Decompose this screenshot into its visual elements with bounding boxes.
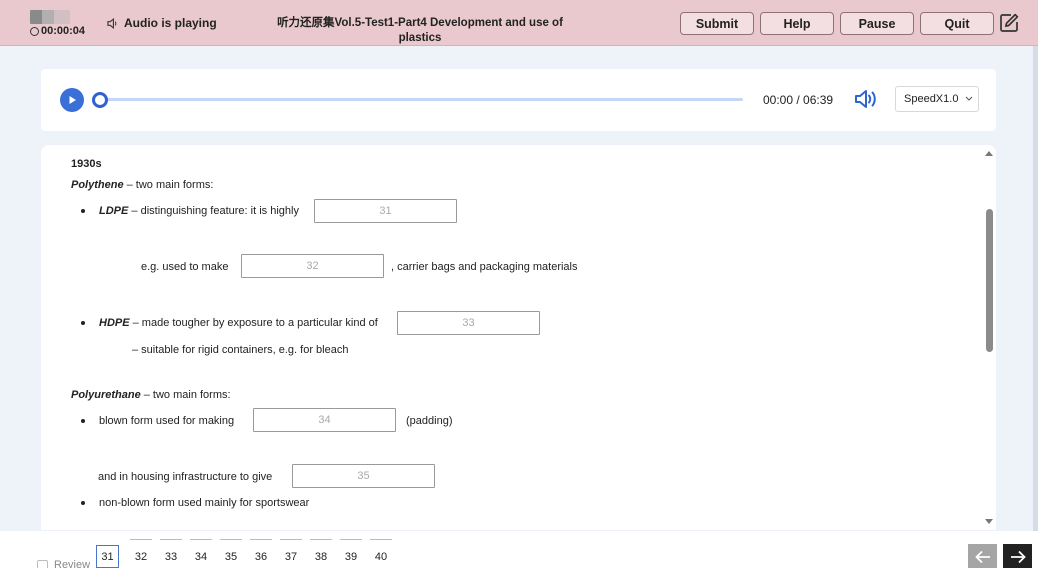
speed-value: SpeedX1.0	[904, 93, 959, 105]
review-toggle[interactable]: Review	[37, 559, 90, 568]
answer-input-34[interactable]	[253, 408, 396, 432]
previous-question-button[interactable]	[968, 544, 997, 568]
chevron-down-icon	[966, 96, 973, 101]
question-number-button[interactable]: 36	[246, 539, 276, 568]
hdpe-term: HDPE	[99, 317, 130, 329]
answer-input-31[interactable]	[314, 199, 457, 223]
ldpe-example: e.g. used to make	[141, 261, 229, 273]
exam-timer: 00:00:04	[30, 25, 85, 37]
arrow-right-icon	[1010, 550, 1026, 563]
help-button[interactable]: Help	[760, 12, 834, 35]
question-number-button[interactable]: 32	[126, 539, 156, 568]
ldpe-example-after: , carrier bags and packaging materials	[391, 261, 578, 273]
polyurethane-heading: Polyurethane – two main forms:	[71, 389, 231, 401]
question-number-list: 31 32 33 34 35 36 37 38 39 40	[96, 539, 396, 568]
timer-value: 00:00:04	[41, 25, 86, 37]
housing-line: and in housing infrastructure to give	[98, 471, 273, 483]
bullet	[81, 419, 85, 423]
question-number-button[interactable]: 35	[216, 539, 246, 568]
scroll-down-arrow[interactable]	[985, 519, 993, 524]
section-heading: 1930s	[71, 158, 102, 170]
hdpe-line: HDPE – made tougher by exposure to a par…	[99, 317, 378, 329]
question-number-button[interactable]: 38	[306, 539, 336, 568]
pause-button[interactable]: Pause	[840, 12, 914, 35]
speaker-icon	[107, 17, 117, 29]
audio-status-label: Audio is playing	[124, 16, 217, 30]
submit-button[interactable]: Submit	[680, 12, 754, 35]
non-blown-line: non-blown form used mainly for sportswea…	[99, 497, 310, 509]
page-scrollbar-track	[1033, 46, 1038, 568]
polyurethane-term: Polyurethane	[71, 389, 141, 401]
answer-input-35[interactable]	[292, 464, 435, 488]
edit-note-icon[interactable]	[998, 12, 1020, 34]
answer-input-33[interactable]	[397, 311, 540, 335]
hdpe-desc: – made tougher by exposure to a particul…	[129, 317, 378, 329]
padding-note: (padding)	[406, 415, 453, 427]
polythene-desc: – two main forms:	[123, 179, 214, 191]
next-question-button[interactable]	[1003, 544, 1032, 568]
ldpe-desc: – distinguishing feature: it is highly	[128, 205, 299, 217]
audio-player: 00:00 / 06:39 SpeedX1.0	[41, 69, 996, 131]
audio-status: Audio is playing	[107, 16, 217, 30]
test-title: 听力还原集Vol.5-Test1-Part4 Development and u…	[277, 17, 563, 44]
question-navigator: Review 31 32 33 34 35 36 37 38 39 40	[0, 531, 1038, 568]
ldpe-line: LDPE – distinguishing feature: it is hig…	[99, 205, 299, 217]
question-number-button[interactable]: 40	[366, 539, 396, 568]
bullet	[81, 209, 85, 213]
ldpe-term: LDPE	[99, 205, 129, 217]
question-number-button[interactable]: 37	[276, 539, 306, 568]
question-number-button[interactable]: 31	[96, 545, 119, 568]
top-bar: 00:00:04 Audio is playing 听力还原集Vol.5-Tes…	[0, 0, 1038, 46]
question-number-button[interactable]: 33	[156, 539, 186, 568]
review-checkbox[interactable]	[37, 559, 48, 568]
bullet	[81, 321, 85, 325]
answer-input-32[interactable]	[241, 254, 384, 278]
playback-time: 00:00 / 06:39	[763, 93, 834, 107]
play-icon	[69, 96, 76, 104]
scroll-up-arrow[interactable]	[985, 151, 993, 156]
polythene-term: Polythene	[71, 179, 124, 191]
question-number-button[interactable]: 34	[186, 539, 216, 568]
hdpe-usage: – suitable for rigid containers, e.g. fo…	[132, 344, 349, 356]
speed-select[interactable]: SpeedX1.0	[895, 86, 979, 112]
review-label: Review	[54, 559, 91, 568]
question-panel: 1930s Polythene – two main forms: LDPE –…	[41, 145, 996, 530]
progress-track[interactable]	[100, 98, 743, 101]
progress-knob[interactable]	[92, 92, 108, 108]
play-button[interactable]	[60, 88, 84, 112]
bullet	[81, 501, 85, 505]
arrow-left-icon	[974, 550, 990, 563]
scrollbar-thumb[interactable]	[986, 209, 993, 352]
blown-form-line: blown form used for making	[99, 415, 235, 427]
polythene-heading: Polythene – two main forms:	[71, 179, 213, 191]
polyurethane-desc: – two main forms:	[140, 389, 231, 401]
volume-icon[interactable]	[854, 88, 878, 110]
clock-icon	[30, 26, 39, 36]
question-number-button[interactable]: 39	[336, 539, 366, 568]
quit-button[interactable]: Quit	[920, 12, 994, 35]
avatar	[30, 10, 70, 24]
